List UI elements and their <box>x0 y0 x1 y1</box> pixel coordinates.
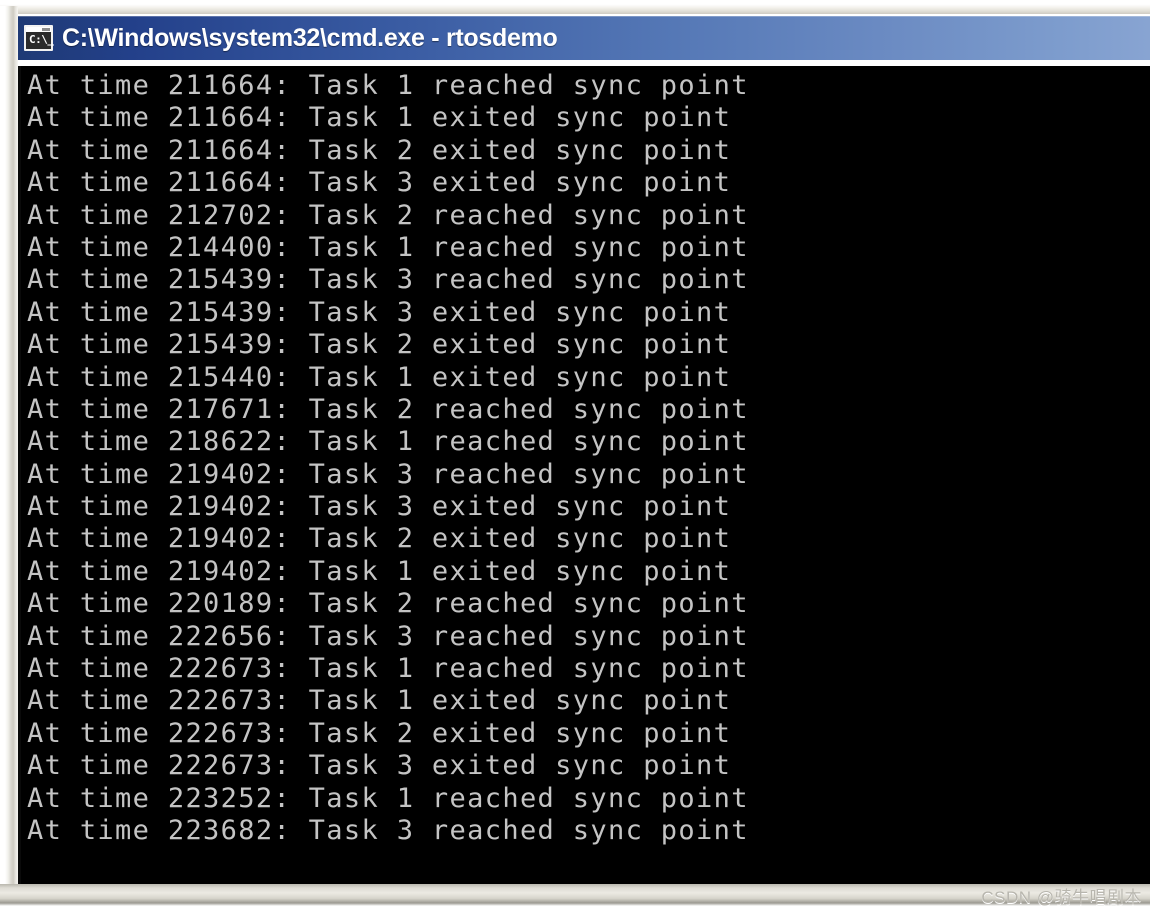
console-line: At time 223682: Task 3 reached sync poin… <box>27 814 749 846</box>
console-line: At time 222673: Task 1 exited sync point <box>27 685 732 717</box>
console-line: At time 222656: Task 3 reached sync poin… <box>27 620 749 652</box>
console-line: At time 211664: Task 3 exited sync point <box>27 167 732 199</box>
window-title-bar[interactable]: C:\_ C:\Windows\system32\cmd.exe - rtosd… <box>18 16 1150 60</box>
console-line: At time 219402: Task 1 exited sync point <box>27 555 732 587</box>
cmd-icon-titlestrip <box>26 27 51 32</box>
console-line: At time 219402: Task 3 reached sync poin… <box>27 458 749 490</box>
cmd-icon-prompt-glyph: C:\_ <box>29 33 54 46</box>
console-line-list: At time 211664: Task 1 reached sync poin… <box>21 66 1150 847</box>
console-line: At time 215439: Task 3 exited sync point <box>27 296 732 328</box>
console-line: At time 219402: Task 2 exited sync point <box>27 523 732 555</box>
console-line: At time 211664: Task 1 reached sync poin… <box>27 70 749 101</box>
console-line: At time 211664: Task 2 exited sync point <box>27 134 732 166</box>
console-line: At time 217671: Task 2 reached sync poin… <box>27 393 749 425</box>
console-line: At time 222673: Task 2 exited sync point <box>27 717 732 749</box>
window-title-text: C:\Windows\system32\cmd.exe - rtosdemo <box>62 23 558 52</box>
window-frame-top-edge <box>0 0 1150 14</box>
console-line: At time 212702: Task 2 reached sync poin… <box>27 199 749 231</box>
console-line: At time 218622: Task 1 reached sync poin… <box>27 426 749 458</box>
window-frame-left-edge <box>0 6 18 894</box>
console-line: At time 215439: Task 2 exited sync point <box>27 329 732 361</box>
cmd-console-icon[interactable]: C:\_ <box>24 25 54 51</box>
screen-root: C:\_ C:\Windows\system32\cmd.exe - rtosd… <box>0 0 1150 916</box>
console-line: At time 211664: Task 1 exited sync point <box>27 102 732 134</box>
console-line: At time 222673: Task 1 reached sync poin… <box>27 653 749 685</box>
console-line: At time 215440: Task 1 exited sync point <box>27 361 732 393</box>
csdn-watermark: CSDN @骑牛唱剧本 <box>981 888 1142 907</box>
console-line: At time 215439: Task 3 reached sync poin… <box>27 264 749 296</box>
console-output-area[interactable]: At time 211664: Task 1 reached sync poin… <box>18 66 1150 886</box>
console-line: At time 219402: Task 3 exited sync point <box>27 491 732 523</box>
window-frame-bottom-edge <box>0 884 1150 906</box>
console-line: At time 222673: Task 3 exited sync point <box>27 750 732 782</box>
console-line: At time 220189: Task 2 reached sync poin… <box>27 588 749 620</box>
console-line: At time 223252: Task 1 reached sync poin… <box>27 782 749 814</box>
console-line: At time 214400: Task 1 reached sync poin… <box>27 231 749 263</box>
